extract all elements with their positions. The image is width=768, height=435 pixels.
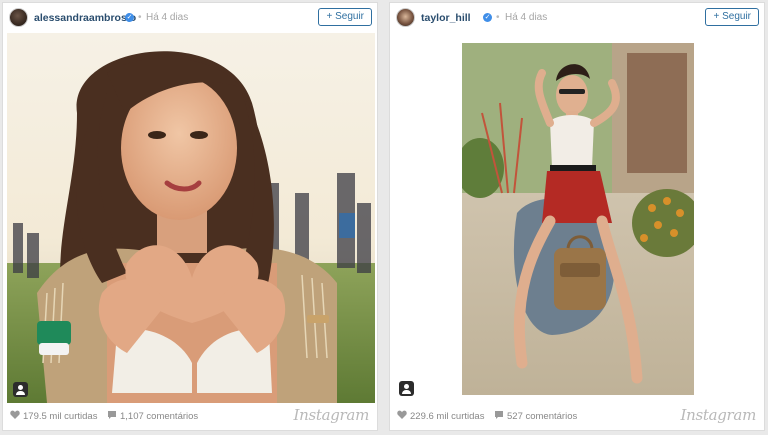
avatar[interactable] (9, 8, 28, 27)
comments-count: 527 comentários (507, 411, 578, 422)
instagram-logo: Instagram (680, 406, 757, 424)
post-time[interactable]: Há 4 dias (146, 12, 188, 23)
post-time[interactable]: Há 4 dias (505, 12, 547, 23)
post-card-taylor_hill: taylor_hill ✓ • Há 4 dias + Seguir 229.6… (389, 2, 765, 431)
photo-illustration (462, 43, 694, 395)
comments-count: 1,107 comentários (120, 411, 199, 422)
avatar[interactable] (396, 8, 415, 27)
instagram-logo: Instagram (293, 406, 370, 424)
separator-dot: • (496, 12, 500, 23)
heart-icon[interactable] (10, 410, 20, 420)
user-tag-icon[interactable] (399, 381, 414, 396)
post-footer: 179.5 mil curtidas 1,107 comentários Ins… (3, 402, 377, 430)
post-header: taylor_hill ✓ • Há 4 dias + Seguir (390, 3, 764, 33)
follow-button[interactable]: + Seguir (705, 8, 759, 26)
photo-illustration (7, 33, 375, 403)
comment-icon[interactable] (494, 410, 504, 420)
likes-count: 179.5 mil curtidas (23, 411, 98, 422)
follow-button[interactable]: + Seguir (318, 8, 372, 26)
post-card-alessandraambrosio: alessandraambrosio ✓ • Há 4 dias + Segui… (2, 2, 378, 431)
username-link[interactable]: taylor_hill (421, 12, 471, 24)
post-photo[interactable] (7, 33, 375, 403)
username-link[interactable]: alessandraambrosio (34, 12, 136, 24)
comment-icon[interactable] (107, 410, 117, 420)
separator-dot: • (138, 12, 142, 23)
post-header: alessandraambrosio ✓ • Há 4 dias + Segui… (3, 3, 377, 33)
heart-icon[interactable] (397, 410, 407, 420)
post-photo[interactable] (462, 43, 694, 395)
likes-count: 229.6 mil curtidas (410, 411, 485, 422)
verified-icon: ✓ (483, 13, 492, 22)
user-tag-icon[interactable] (13, 382, 28, 397)
verified-icon: ✓ (125, 13, 134, 22)
post-footer: 229.6 mil curtidas 527 comentários Insta… (390, 402, 764, 430)
